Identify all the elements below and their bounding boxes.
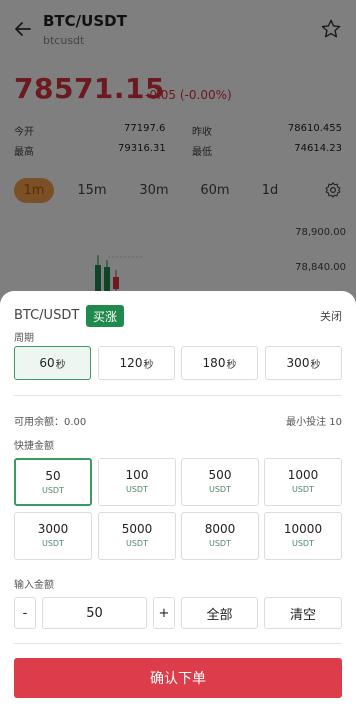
amount-value: 5000 xyxy=(121,522,153,536)
period-value: 300 xyxy=(286,356,310,370)
clear-button[interactable]: 清空 xyxy=(264,597,342,629)
period-value: 180 xyxy=(202,356,226,370)
period-option-180[interactable]: 180 秒 xyxy=(181,346,258,380)
amount-input-row: - 50 + 全部 清空 xyxy=(14,597,342,629)
confirm-order-button[interactable]: 确认下单 xyxy=(14,658,342,698)
period-label: 周期 xyxy=(14,333,34,344)
amount-value: 50 xyxy=(45,469,61,483)
period-value: 60 xyxy=(39,356,55,370)
min-bet: 最小投注 10 xyxy=(286,417,342,428)
divider xyxy=(14,643,342,644)
available-balance: 可用余额：0.00 xyxy=(14,417,87,428)
amount-option-8000[interactable]: 8000 USDT xyxy=(181,512,259,560)
input-amount-label: 输入金额 xyxy=(14,580,54,591)
period-option-300[interactable]: 300 秒 xyxy=(265,346,342,380)
amount-value: 1000 xyxy=(287,468,319,482)
amount-currency: USDT xyxy=(292,485,314,494)
period-unit: 秒 xyxy=(226,359,237,371)
amount-currency: USDT xyxy=(126,485,148,494)
amount-value: 500 xyxy=(208,468,232,482)
amount-currency: USDT xyxy=(292,539,314,548)
amount-currency: USDT xyxy=(126,539,148,548)
amount-option-3000[interactable]: 3000 USDT xyxy=(14,512,92,560)
amount-currency: USDT xyxy=(42,486,64,495)
all-amount-button[interactable]: 全部 xyxy=(181,597,258,629)
amount-option-10000[interactable]: 10000 USDT xyxy=(264,512,342,560)
amount-option-100[interactable]: 100 USDT xyxy=(98,458,176,506)
amount-value: 3000 xyxy=(37,522,69,536)
amount-value: 10000 xyxy=(283,522,323,536)
amount-currency: USDT xyxy=(209,485,231,494)
period-value: 120 xyxy=(119,356,143,370)
amount-value: 8000 xyxy=(204,522,236,536)
amount-value: 100 xyxy=(125,468,149,482)
direction-badge: 买涨 xyxy=(86,305,124,327)
period-unit: 秒 xyxy=(310,359,321,371)
amount-option-5000[interactable]: 5000 USDT xyxy=(98,512,176,560)
amount-currency: USDT xyxy=(42,539,64,548)
period-unit: 秒 xyxy=(143,359,154,371)
period-options: 60 秒 120 秒 180 秒 300 秒 xyxy=(14,346,342,380)
increment-button[interactable]: + xyxy=(153,597,175,629)
divider xyxy=(14,395,342,396)
sheet-pair-title: BTC/USDT xyxy=(14,308,80,323)
period-unit: 秒 xyxy=(55,359,66,371)
amount-option-500[interactable]: 500 USDT xyxy=(181,458,259,506)
period-option-60[interactable]: 60 秒 xyxy=(14,346,91,380)
amount-option-1000[interactable]: 1000 USDT xyxy=(264,458,342,506)
close-button[interactable]: 关闭 xyxy=(320,308,342,324)
order-sheet: BTC/USDT 买涨 关闭 周期 60 秒 120 秒 180 秒 300 秒 可用余… xyxy=(0,291,356,710)
decrement-button[interactable]: - xyxy=(14,597,36,629)
amount-currency: USDT xyxy=(209,539,231,548)
quick-amount-label: 快捷金额 xyxy=(14,441,54,452)
amount-option-50[interactable]: 50 USDT xyxy=(14,458,92,506)
period-option-120[interactable]: 120 秒 xyxy=(98,346,175,380)
amount-input[interactable]: 50 xyxy=(42,597,147,629)
